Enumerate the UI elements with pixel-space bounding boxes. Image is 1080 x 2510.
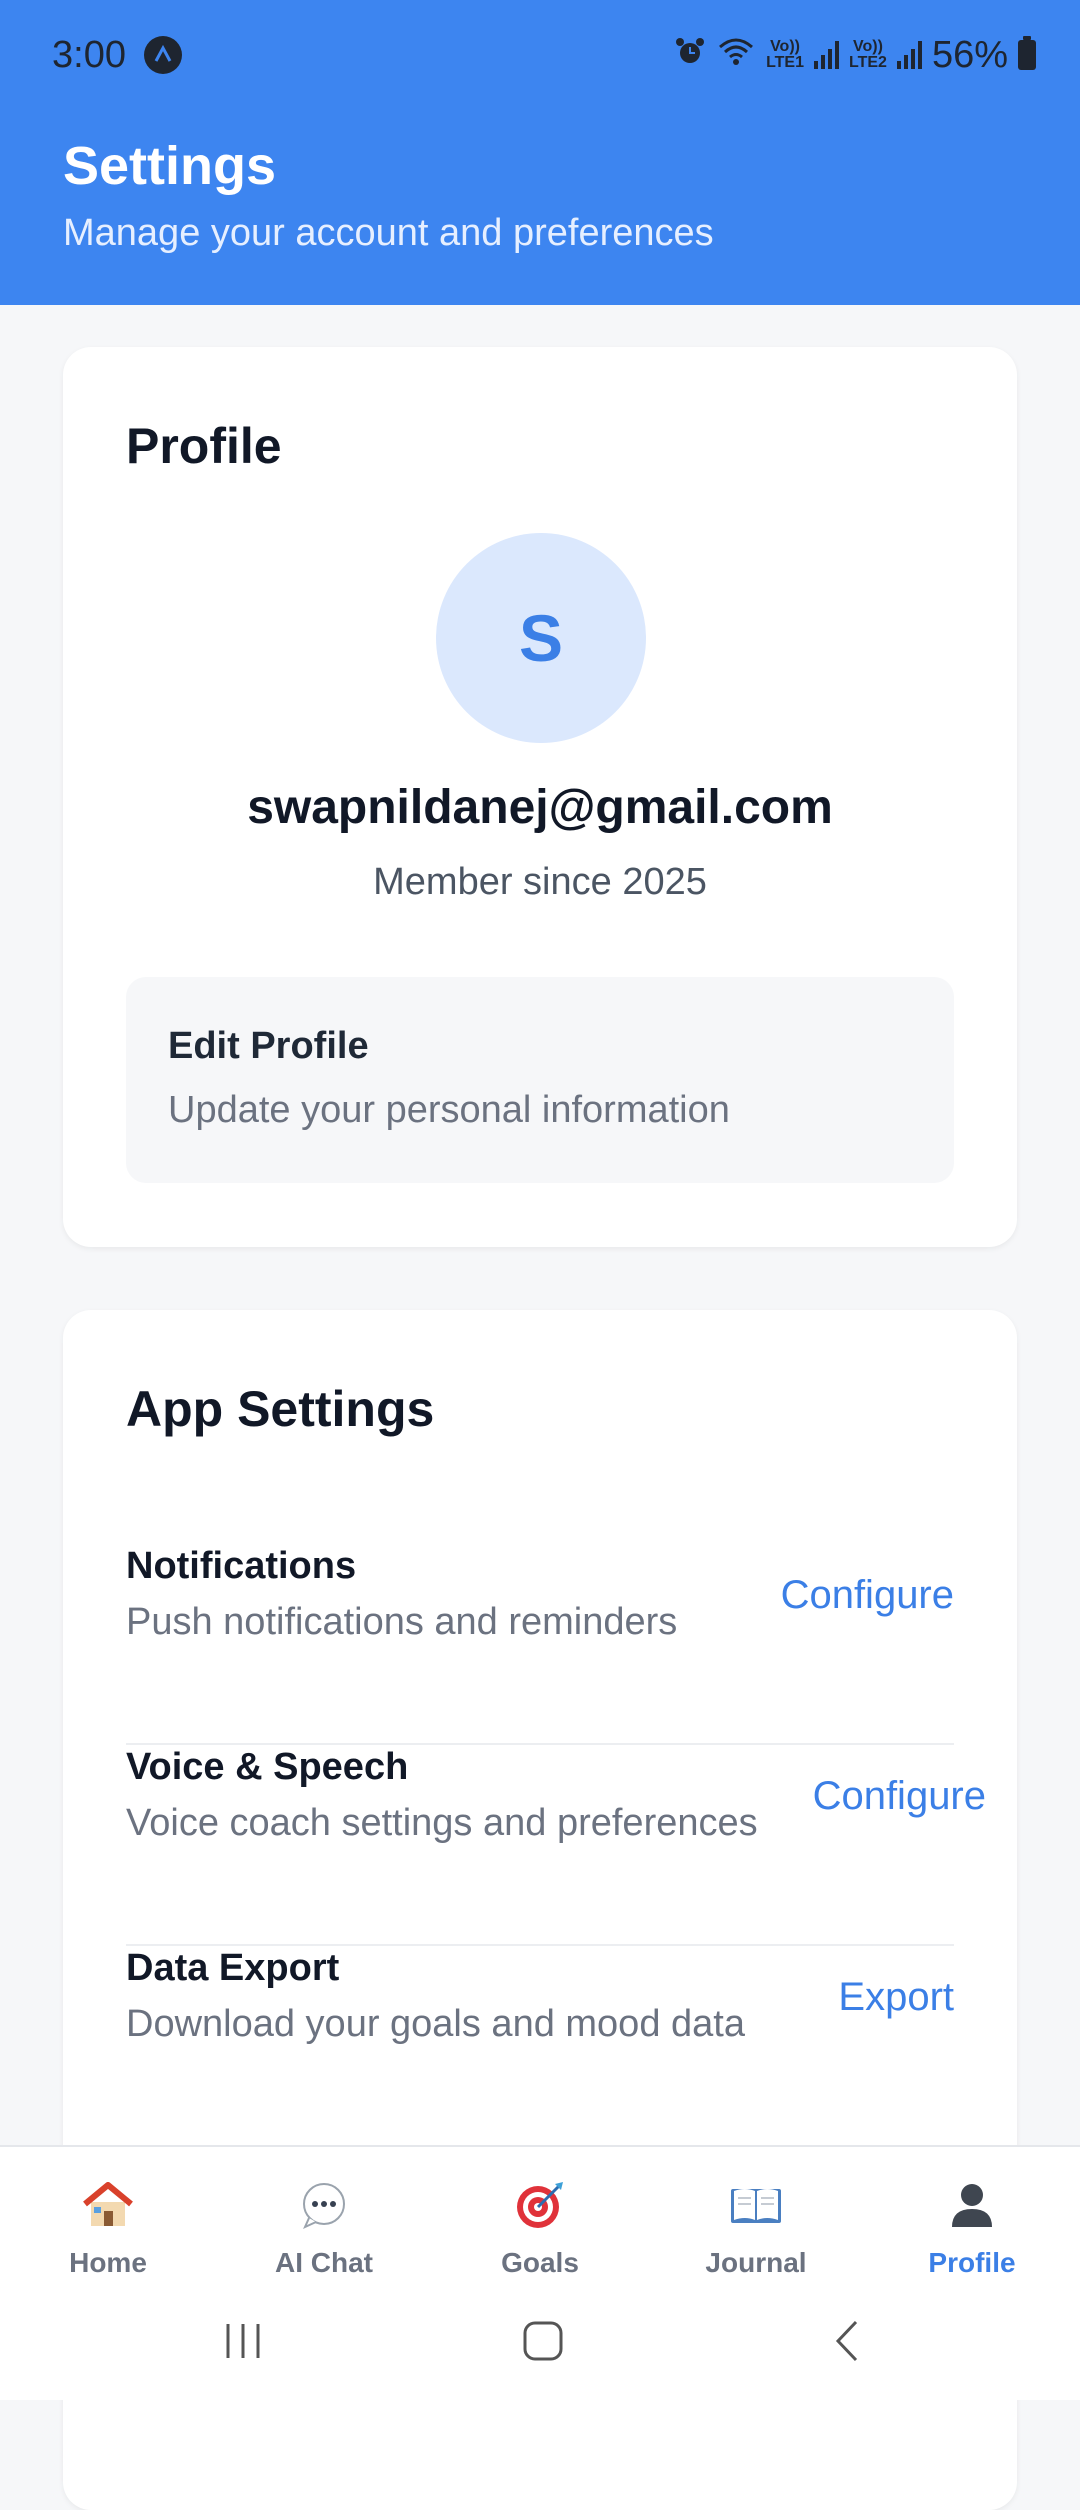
signal-bars-icon [896, 41, 922, 69]
setting-row-subtitle: Voice coach settings and preferences [126, 1802, 758, 1844]
signal-bars-icon [814, 41, 839, 69]
app-notification-icon [143, 36, 182, 74]
chat-bubble-icon [296, 2177, 352, 2233]
setting-row-title: Voice & Speech [126, 1746, 409, 1788]
profile-card: Profile S swapnildanej@gmail.com Member … [63, 347, 1017, 1247]
back-icon[interactable] [826, 2318, 872, 2369]
target-icon [512, 2177, 568, 2233]
setting-row-data-export: Data Export Download your goals and mood… [126, 1947, 954, 2147]
setting-row-title: Data Export [126, 1947, 340, 1989]
setting-row-notifications: Notifications Push notifications and rem… [126, 1545, 954, 1745]
app-settings-section-title: App Settings [126, 1381, 435, 1437]
nav-label: Home [69, 2247, 147, 2278]
page-title: Settings [63, 136, 277, 196]
wifi-icon [716, 34, 756, 77]
profile-section-title: Profile [126, 418, 282, 474]
configure-voice-button[interactable]: Configure [813, 1774, 986, 1819]
avatar[interactable]: S [436, 533, 646, 743]
nav-label: Profile [928, 2247, 1016, 2278]
nav-item-home[interactable]: Home [0, 2177, 216, 2279]
nav-item-journal[interactable]: Journal [648, 2177, 864, 2279]
nav-item-profile[interactable]: Profile [864, 2177, 1080, 2279]
sim1-label: Vo)) LTE1 [766, 38, 804, 71]
setting-row-title: Notifications [126, 1545, 357, 1587]
nav-label: Goals [501, 2247, 579, 2278]
battery-percent: 56% [931, 33, 1008, 76]
page-subtitle: Manage your account and preferences [63, 212, 714, 254]
edit-profile-title: Edit Profile [168, 1025, 369, 1067]
profile-email: swapnildanej@gmail.com [247, 781, 833, 834]
nav-item-goals[interactable]: Goals [432, 2177, 648, 2279]
sim2-label: Vo)) LTE2 [849, 38, 887, 71]
setting-row-subtitle: Push notifications and reminders [126, 1601, 678, 1643]
configure-notifications-button[interactable]: Configure [781, 1573, 954, 1618]
nav-item-ai-chat[interactable]: AI Chat [216, 2177, 432, 2279]
home-button-icon[interactable] [520, 2318, 566, 2369]
alarm-icon [674, 34, 706, 77]
status-time: 3:00 [52, 33, 126, 76]
nav-label: Journal [705, 2247, 807, 2278]
edit-profile-button[interactable]: Edit Profile Update your personal inform… [126, 977, 954, 1183]
person-icon [944, 2177, 1000, 2233]
export-data-button[interactable]: Export [838, 1975, 954, 2020]
open-book-icon [728, 2177, 784, 2233]
setting-row-voice-speech: Voice & Speech Voice coach settings and … [126, 1746, 986, 1946]
member-since: Member since 2025 [373, 861, 707, 903]
edit-profile-subtitle: Update your personal information [168, 1089, 730, 1131]
status-bar: 3:00 Vo)) LTE1 Vo)) LTE2 56% [0, 0, 1080, 110]
setting-row-subtitle: Download your goals and mood data [126, 2003, 745, 2045]
battery-icon [1018, 36, 1036, 70]
home-icon [80, 2177, 136, 2233]
recent-apps-icon[interactable] [220, 2318, 266, 2369]
nav-label: AI Chat [275, 2247, 373, 2278]
header: 3:00 Vo)) LTE1 Vo)) LTE2 56% Settings Ma… [0, 0, 1080, 305]
system-nav-bar [0, 2300, 1080, 2400]
